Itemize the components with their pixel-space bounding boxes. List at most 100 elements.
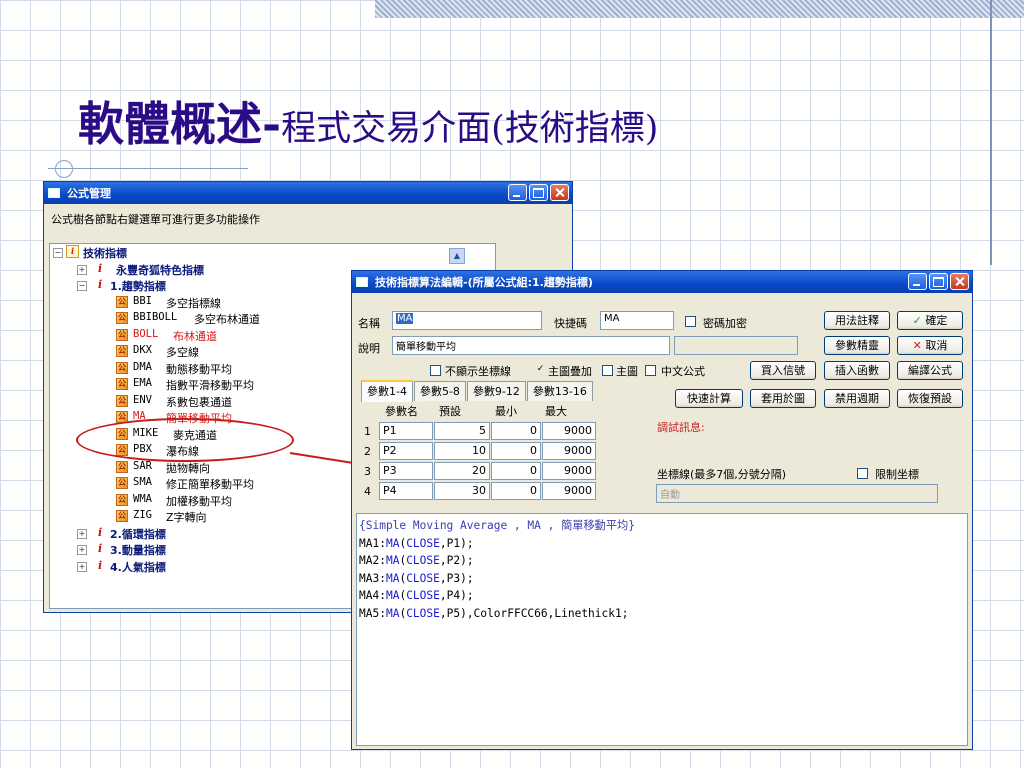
tree-node-root[interactable]: − i 技術指標 [50,244,495,261]
param-default-cell[interactable]: 10 [434,442,490,460]
formula-icon: 公 [116,510,128,522]
password-label: 密碼加密 [703,317,747,330]
formula-icon: 公 [116,328,128,341]
tab-params-5-8[interactable]: 參數5-8 [413,381,466,401]
param-max-cell[interactable]: 9000 [542,422,596,440]
param-min-cell[interactable]: 0 [491,442,541,460]
description-extra-field [674,336,798,355]
indicator-editor-titlebar[interactable]: 技術指標算法編輯-(所屬公式組:1.趨勢指標) [352,271,972,293]
ok-label: 確定 [925,314,948,327]
formula-icon: 公 [116,312,128,324]
expand-icon[interactable]: + [77,528,87,539]
expand-icon[interactable]: + [77,545,87,555]
info-icon: i [66,245,79,258]
param-index: 2 [364,444,371,458]
axis-lines-label: 坐標線(最多7個,分號分隔) [657,468,787,481]
expand-icon[interactable]: + [77,561,87,572]
tree-group-label: 永豐奇狐特色指標 [116,263,204,277]
header-default: 預設 [439,405,461,418]
insert-function-button[interactable]: 插入函數 [824,361,890,380]
description-field[interactable]: 簡單移動平均 [392,336,670,355]
compile-formula-button[interactable]: 編譯公式 [897,361,963,380]
info-icon: i [98,525,103,539]
buy-sell-signal-button[interactable]: 買入信號 [750,361,816,380]
chinese-formula-label: 中文公式 [661,365,705,378]
param-min-cell[interactable]: 0 [491,482,541,500]
code-rest: ,P1); [439,536,474,550]
main-chart-checkbox[interactable] [602,365,613,376]
formula-code: ENV [133,393,152,406]
param-name-cell[interactable]: P1 [379,422,433,440]
maximize-button[interactable] [929,273,948,290]
cancel-button[interactable]: ✕ 取消 [897,336,963,355]
param-default-cell[interactable]: 20 [434,462,490,480]
apply-to-chart-button[interactable]: 套用於圖 [750,389,816,408]
code-line: MA1:MA(CLOSE,P1); [359,535,965,553]
name-field[interactable]: MA [392,311,542,330]
param-name-cell[interactable]: P4 [379,482,433,500]
indicator-editor-window: 技術指標算法編輯-(所屬公式組:1.趨勢指標) 名稱 MA 快捷碼 MA 密碼加… [351,270,973,750]
disable-period-button[interactable]: 禁用週期 [824,389,890,408]
ok-button[interactable]: ✓ 確定 [897,311,963,330]
param-name-cell[interactable]: P2 [379,442,433,460]
close-button[interactable] [550,184,569,201]
usage-notes-button[interactable]: 用法註釋 [824,311,890,330]
chinese-formula-checkbox[interactable] [645,365,656,376]
limit-axis-checkbox[interactable] [857,468,868,479]
axis-lines-field[interactable]: 自動 [656,484,938,503]
formula-icon: 公 [116,378,128,390]
close-button[interactable] [950,273,969,290]
tab-params-9-12[interactable]: 參數9-12 [466,381,526,401]
limit-axis-label: 限制坐標 [875,468,919,481]
formula-name: 指數平滑移動平均 [166,379,254,392]
formula-name: Z字轉向 [166,511,207,524]
hotkey-field[interactable]: MA [600,311,674,330]
main-overlay-checkbox[interactable]: ✓ [535,365,546,376]
maximize-button[interactable] [529,184,548,201]
param-row: 3 P3 20 0 9000 [361,461,601,481]
collapse-icon[interactable]: − [53,248,63,258]
formula-code: WMA [133,492,152,505]
code-argument: CLOSE [406,606,440,620]
param-default-cell[interactable]: 5 [434,422,490,440]
password-checkbox[interactable] [685,316,696,327]
formula-icon: 公 [116,295,128,308]
code-line: MA3:MA(CLOSE,P3); [359,570,965,588]
quick-calc-button[interactable]: 快速計算 [675,389,743,408]
param-default-cell[interactable]: 30 [434,482,490,500]
formula-manager-titlebar[interactable]: 公式管理 [44,182,572,204]
collapse-icon[interactable]: − [77,281,87,291]
param-max-cell[interactable]: 9000 [542,442,596,460]
param-row: 1 P1 5 0 9000 [361,421,601,441]
param-min-cell[interactable]: 0 [491,422,541,440]
param-min-cell[interactable]: 0 [491,462,541,480]
param-wizard-button[interactable]: 參數精靈 [824,336,890,355]
tab-params-1-4[interactable]: 參數1-4 [361,380,413,402]
code-prefix: MA1: [359,536,386,550]
param-row: 4 P4 30 0 9000 [361,481,601,501]
param-max-cell[interactable]: 9000 [542,482,596,500]
code-comment: {Simple Moving Average , MA , 簡單移動平均} [359,519,635,532]
formula-icon: 公 [116,361,128,374]
formula-code-editor[interactable]: {Simple Moving Average , MA , 簡單移動平均} MA… [356,513,968,746]
expand-icon[interactable]: + [77,264,87,275]
param-max-cell[interactable]: 9000 [542,462,596,480]
param-name-cell[interactable]: P3 [379,462,433,480]
formula-manager-title: 公式管理 [67,187,111,200]
slide-title-sub: 程式交易介面(技術指標) [281,109,659,149]
code-prefix: MA5: [359,606,386,620]
restore-default-button[interactable]: 恢復預設 [897,389,963,408]
slide-title: 軟體概述-程式交易介面(技術指標) [78,88,658,154]
param-index: 3 [364,464,371,478]
info-icon: i [98,542,103,555]
param-tabs: 參數1-4 參數5-8 參數9-12 參數13-16 [361,380,594,403]
formula-icon: 公 [116,477,128,489]
tab-params-13-16[interactable]: 參數13-16 [526,381,593,401]
scroll-up-arrow-icon[interactable]: ▲ [449,248,465,264]
main-chart-label: 主圖 [616,365,638,378]
param-grid-header: 參數名 預設 最小 最大 [361,401,601,421]
hide-axis-checkbox[interactable] [430,365,441,376]
info-icon: i [98,261,103,275]
minimize-button[interactable] [908,273,927,290]
minimize-button[interactable] [508,184,527,201]
